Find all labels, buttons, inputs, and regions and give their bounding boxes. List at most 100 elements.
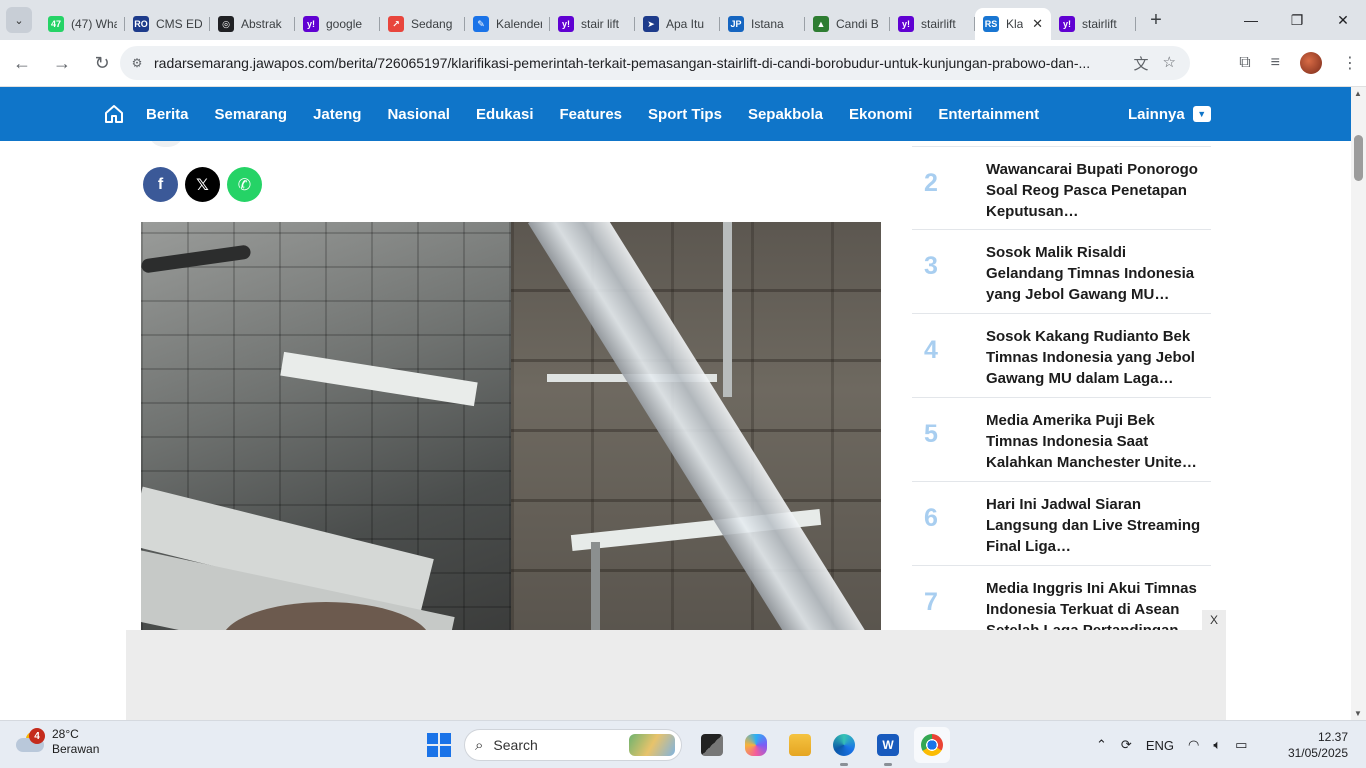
popular-news-list: 2 Wawancarai Bupati Ponorogo Soal Reog Pa… — [912, 141, 1211, 650]
media-control-icon[interactable]: ≡ — [1271, 54, 1280, 72]
nav-item-entertainment[interactable]: Entertainment — [938, 106, 1039, 123]
browser-tab[interactable]: ◎ Abstrak — [210, 8, 295, 40]
profile-avatar[interactable] — [1300, 52, 1322, 74]
scroll-down-icon[interactable]: ▼ — [1354, 709, 1362, 718]
photo-left-stone-steps — [141, 222, 511, 642]
reload-button[interactable]: ↻ — [84, 45, 120, 81]
yahoo-icon: y! — [558, 16, 574, 32]
weather-widget[interactable]: 4 28°C Berawan — [16, 727, 99, 757]
forward-button[interactable]: → — [44, 45, 80, 81]
translate-icon[interactable]: 文 — [1134, 53, 1149, 74]
nav-items: Berita Semarang Jateng Nasional Edukasi Featu… — [146, 106, 1065, 123]
popular-news-item[interactable]: 4 Sosok Kakang Rudianto Bek Timnas Indone… — [912, 314, 1211, 398]
battery-icon[interactable]: ▭ — [1235, 737, 1247, 753]
home-icon[interactable] — [104, 104, 124, 124]
nav-item-features[interactable]: Features — [560, 106, 623, 123]
facebook-share-icon[interactable]: f — [143, 167, 178, 202]
scroll-up-icon[interactable]: ▲ — [1354, 89, 1362, 98]
address-bar[interactable]: ⚙ radarsemarang.jawapos.com/berita/72606… — [120, 46, 1190, 80]
sync-icon[interactable]: ⟳ — [1121, 737, 1132, 753]
whatsapp-share-icon[interactable]: ✆ — [227, 167, 262, 202]
back-button[interactable]: ← — [4, 45, 40, 81]
nav-item-sepakbola[interactable]: Sepakbola — [748, 106, 823, 123]
popular-news-item[interactable]: 5 Media Amerika Puji Bek Timnas Indonesia… — [912, 398, 1211, 482]
browser-tab[interactable]: y! stairlift — [1051, 8, 1136, 40]
word-button[interactable]: W — [870, 727, 906, 766]
browser-tab[interactable]: RO CMS EDITOR — [125, 8, 210, 40]
volume-icon[interactable]: 🔈︎ — [1213, 737, 1221, 753]
taskbar-search-label: Search — [493, 737, 538, 753]
popular-news-title[interactable]: Wawancarai Bupati Ponorogo Soal Reog Pas… — [986, 159, 1202, 222]
clock-date: 31/05/2025 — [1287, 746, 1348, 760]
nav-more-button[interactable]: Lainnya ▼ — [1128, 87, 1211, 141]
weather-temp: 28°C — [52, 727, 79, 741]
tab-title: Sedang — [411, 17, 453, 31]
taskbar-search[interactable]: ⌕ Search — [464, 729, 682, 761]
edge-button[interactable] — [826, 727, 862, 766]
popular-rank-number: 2 — [924, 169, 938, 197]
popular-rank-number: 3 — [924, 252, 938, 280]
folder-icon — [789, 734, 811, 756]
browser-tab[interactable]: ↗ Sedang — [380, 8, 465, 40]
browser-tab-active[interactable]: RS Kla ✕ — [975, 8, 1051, 40]
page-scrollbar[interactable]: ▲ ▼ — [1351, 87, 1366, 720]
tab-title: Apa Itu — [666, 17, 705, 31]
popular-news-item[interactable]: 2 Wawancarai Bupati Ponorogo Soal Reog Pa… — [912, 146, 1211, 230]
chevron-up-icon[interactable]: ⌃ — [1096, 737, 1107, 753]
taskbar-clock[interactable]: 12.37 31/05/2025 — [1288, 729, 1348, 761]
task-view-button[interactable] — [694, 727, 730, 763]
file-explorer-button[interactable] — [782, 727, 818, 763]
url-text[interactable]: radarsemarang.jawapos.com/berita/7260651… — [154, 55, 1109, 71]
nav-item-berita[interactable]: Berita — [146, 106, 189, 123]
minimize-button[interactable]: — — [1228, 0, 1274, 40]
wifi-icon[interactable]: ◠ — [1188, 737, 1199, 753]
close-window-button[interactable]: ✕ — [1320, 0, 1366, 40]
chrome-button[interactable] — [914, 727, 950, 763]
tab-close-icon[interactable]: ✕ — [1032, 16, 1043, 32]
restore-button[interactable]: ❐ — [1274, 0, 1320, 40]
start-windows-icon[interactable] — [427, 733, 451, 757]
language-indicator[interactable]: ENG — [1146, 738, 1174, 753]
popular-news-title[interactable]: Hari Ini Jadwal Siaran Langsung dan Live… — [986, 494, 1202, 557]
browser-tab[interactable]: 47 (47) WhatsApp — [40, 8, 125, 40]
nav-item-jateng[interactable]: Jateng — [313, 106, 361, 123]
menu-kebab-icon[interactable]: ⋮ — [1342, 53, 1358, 73]
copilot-button[interactable] — [738, 727, 774, 763]
taskbar: 4 28°C Berawan ⌕ Search W ⌃ ⟳ ENG ◠ 🔈︎ ▭… — [0, 720, 1366, 768]
article-photo — [141, 222, 881, 642]
word-icon: W — [877, 734, 899, 756]
browser-tab[interactable]: y! stair lift — [550, 8, 635, 40]
nav-item-sport-tips[interactable]: Sport Tips — [648, 106, 722, 123]
cms-icon: RO — [133, 16, 149, 32]
browser-tab[interactable]: y! stairlift — [890, 8, 975, 40]
browser-tab[interactable]: JP Istana — [720, 8, 805, 40]
site-info-icon[interactable]: ⚙ — [120, 56, 154, 70]
nav-item-semarang[interactable]: Semarang — [215, 106, 288, 123]
popular-rank-number: 4 — [924, 336, 938, 364]
browser-tab[interactable]: ➤ Apa Itu — [635, 8, 720, 40]
popular-news-title[interactable]: Sosok Malik Risaldi Gelandang Timnas Ind… — [986, 242, 1202, 305]
browser-tab[interactable]: ✎ Kalender — [465, 8, 550, 40]
window-controls: — ❐ ✕ — [1228, 0, 1366, 40]
search-highlight-image — [629, 734, 675, 756]
popular-news-item[interactable]: 3 Sosok Malik Risaldi Gelandang Timnas In… — [912, 230, 1211, 314]
scroll-thumb[interactable] — [1354, 135, 1363, 181]
extensions-icon[interactable]: ⧉ — [1239, 54, 1250, 72]
page-content: f 𝕏 ✆ 2 Wawancarai Bupati Ponorogo Soal R… — [0, 141, 1351, 720]
tab-title: stairlift — [1082, 17, 1117, 31]
weather-badge: 4 — [29, 728, 45, 744]
nav-item-nasional[interactable]: Nasional — [387, 106, 450, 123]
tab-search-button[interactable]: ⌄ — [6, 7, 32, 33]
ad-close-button[interactable]: X — [1202, 610, 1226, 630]
nav-item-ekonomi[interactable]: Ekonomi — [849, 106, 912, 123]
popular-news-title[interactable]: Media Amerika Puji Bek Timnas Indonesia … — [986, 410, 1202, 473]
popular-news-title[interactable]: Sosok Kakang Rudianto Bek Timnas Indones… — [986, 326, 1202, 389]
browser-tab[interactable]: ▲ Candi B — [805, 8, 890, 40]
popular-news-item[interactable]: 6 Hari Ini Jadwal Siaran Langsung dan Liv… — [912, 482, 1211, 566]
new-tab-button[interactable]: + — [1142, 6, 1170, 34]
x-share-icon[interactable]: 𝕏 — [185, 167, 220, 202]
nav-item-edukasi[interactable]: Edukasi — [476, 106, 534, 123]
browser-tab[interactable]: y! google — [295, 8, 380, 40]
system-tray: ⌃ ⟳ ENG ◠ 🔈︎ ▭ — [1096, 721, 1247, 768]
bookmark-star-icon[interactable]: ☆ — [1163, 53, 1176, 74]
